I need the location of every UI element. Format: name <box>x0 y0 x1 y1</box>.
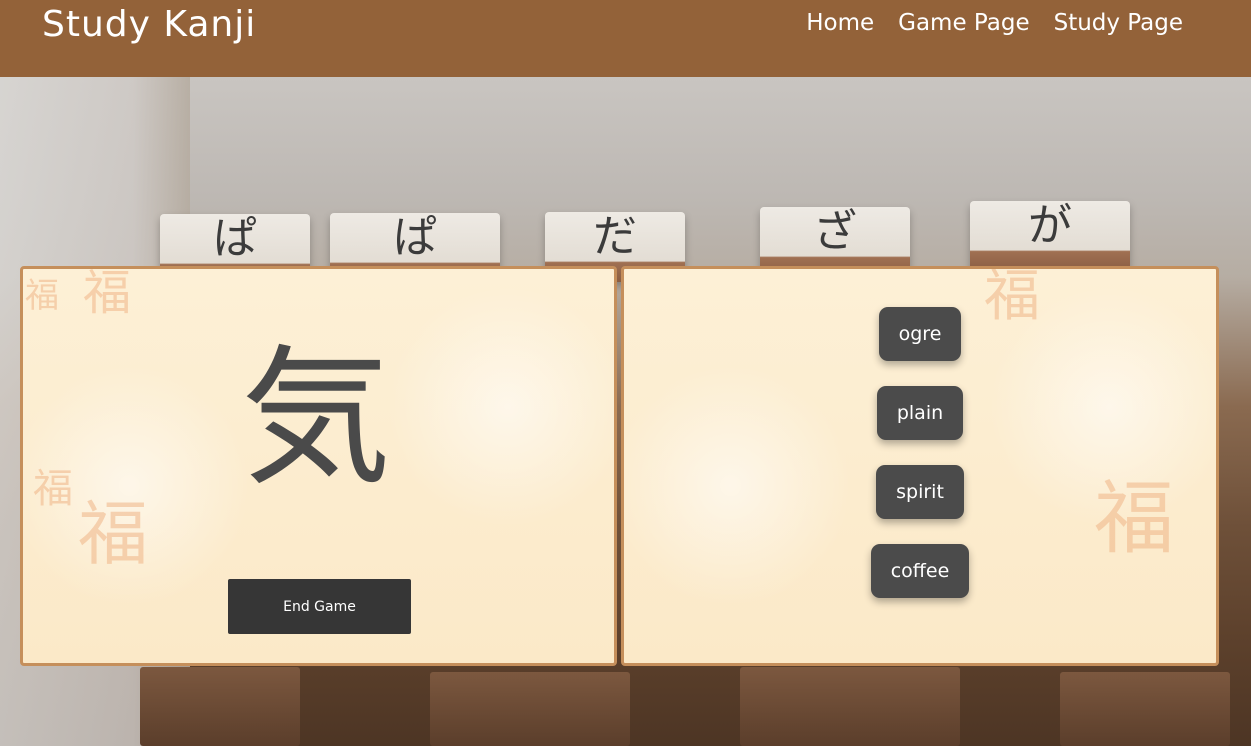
fortune-character-decoration: 福 <box>78 493 148 575</box>
choice-list: ogre plain spirit coffee <box>624 307 1216 598</box>
end-game-button[interactable]: End Game <box>228 579 411 634</box>
brand-title[interactable]: Study Kanji <box>42 4 256 45</box>
fortune-character-decoration: 福 <box>83 266 132 321</box>
fortune-character-decoration: 福 <box>25 276 59 316</box>
choice-button-spirit[interactable]: spirit <box>876 465 964 519</box>
background-block <box>430 672 630 746</box>
top-navbar: Study Kanji Home Game Page Study Page <box>0 0 1251 77</box>
main-nav: Home Game Page Study Page <box>806 10 1183 36</box>
background-block <box>1060 672 1230 746</box>
nav-study-page-link[interactable]: Study Page <box>1054 10 1183 36</box>
answer-choices-card: 福 福 ogre plain spirit coffee <box>621 266 1219 666</box>
background-tile: が <box>970 201 1130 271</box>
fortune-character-decoration: 福 <box>33 466 73 512</box>
choice-button-ogre[interactable]: ogre <box>878 307 962 361</box>
background-block <box>140 667 300 746</box>
nav-game-page-link[interactable]: Game Page <box>898 10 1029 36</box>
kanji-character: 気 <box>241 332 392 506</box>
choice-button-coffee[interactable]: coffee <box>870 544 970 598</box>
kanji-card: 福 福 福 福 気 End Game <box>20 266 617 666</box>
nav-home-link[interactable]: Home <box>806 10 874 36</box>
choice-button-plain[interactable]: plain <box>876 386 964 440</box>
background-block <box>740 667 960 746</box>
